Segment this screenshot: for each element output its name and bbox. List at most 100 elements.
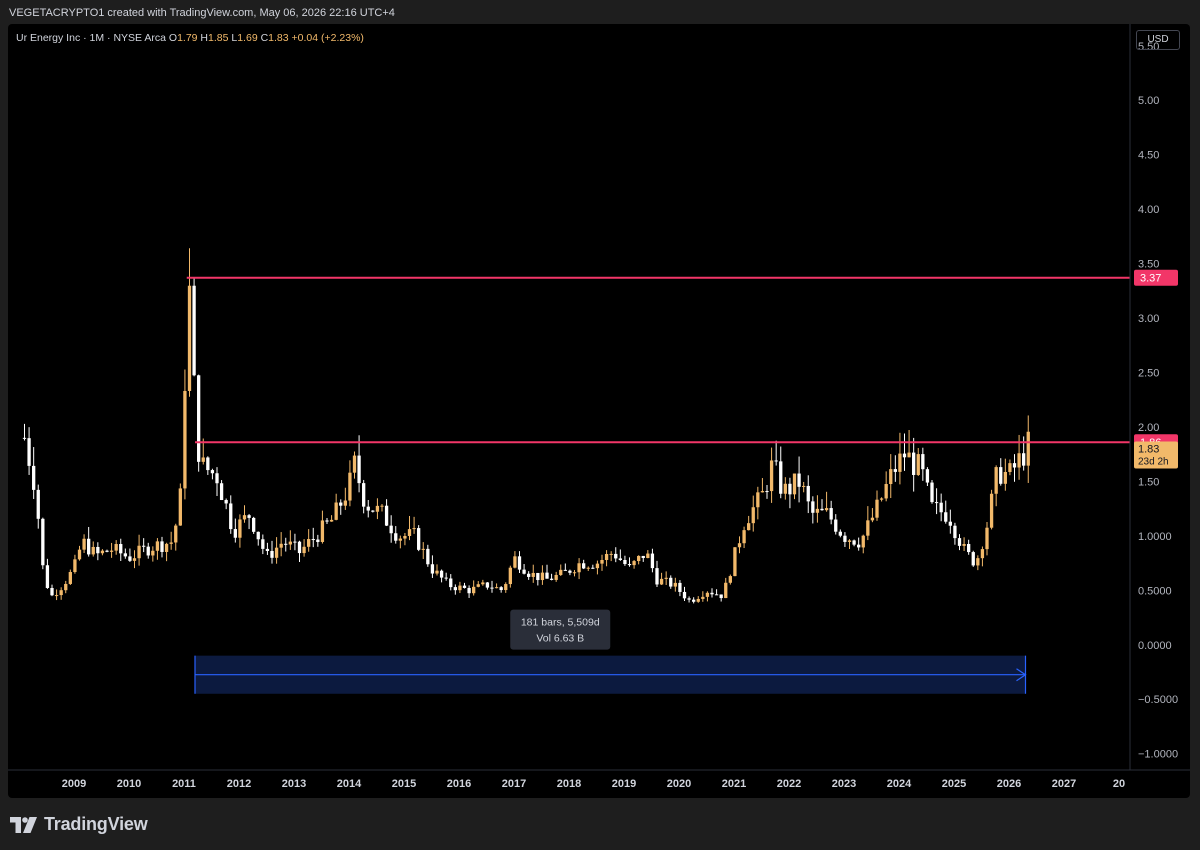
horizontal-levels[interactable] [186,276,1130,444]
candle-down [449,578,453,588]
candle-up [751,507,755,524]
tradingview-logo[interactable]: TradingView [10,814,148,835]
candle-up [879,498,884,500]
candle-up [756,492,760,508]
time-tick-label: 2014 [337,778,362,790]
candle-down [316,539,320,542]
time-tick-label: 2015 [392,778,416,790]
candle-up [279,543,283,548]
candle-down [678,582,682,592]
candle-up [302,546,306,554]
time-tick-label: 2027 [1052,778,1076,790]
candle-down [967,543,971,553]
candle-down [36,489,40,519]
candle-down [22,437,27,439]
candle-down [366,506,370,511]
candle-down [1012,463,1017,468]
candle-up [769,460,774,492]
candle-down [270,551,274,558]
candle-up [320,520,325,542]
candle-down [948,521,952,526]
time-tick-label: 2012 [227,778,251,790]
candle-up [403,535,407,539]
time-axis[interactable]: 2009 2010 2011 2012 2013 2014 2015 2016 2017 2018… [8,769,1190,790]
time-tick-label: 2016 [447,778,471,790]
candle-up [476,584,480,587]
candle-down [765,491,769,493]
candle-up [421,548,425,550]
candle-down [517,556,522,570]
candle-down [563,569,567,571]
candle-up [375,505,380,512]
candle-up [1017,453,1021,468]
candle-up [151,550,155,556]
candle-up [412,528,416,530]
candle-up [870,517,875,521]
time-tick-label: 2023 [832,778,856,790]
symbol-name: Ur Energy Inc · 1M · NYSE Arca [16,32,166,44]
candle-up [458,585,462,591]
candle-down [692,599,696,602]
candle-up [531,572,535,577]
candle-down [27,438,31,466]
chart-pane[interactable]: 181 bars, 5,509d Vol 6.63 B 3.371.865.505… [8,24,1190,798]
candle-up [737,543,742,548]
candle-up [1008,463,1012,472]
open-value: 1.79 [177,32,198,44]
candle-down [119,544,123,554]
candle-up [792,473,797,495]
candle-down [146,546,150,556]
candle-down [462,585,467,588]
price-tick-label: −1.0000 [1138,749,1178,761]
candle-down [252,517,256,532]
time-tick-label: 2019 [612,778,636,790]
candle-up [802,485,806,487]
time-tick-label: 2009 [62,778,86,790]
candle-up [100,550,105,554]
date-range-tool[interactable]: 181 bars, 5,509d Vol 6.63 B [194,609,1027,694]
candle-down [999,467,1003,484]
candle-down [247,515,251,518]
candle-up [916,454,920,475]
candle-up [824,508,829,511]
candle-down [944,512,948,522]
candle-up [187,285,192,391]
candle-down [806,485,810,502]
date-range-vol-text: Vol 6.63 B [536,633,584,645]
candle-down [297,541,302,554]
candle-down [852,540,856,545]
candle-down [829,508,833,520]
candle-up [985,527,989,550]
time-tick-label: 2017 [502,778,526,790]
candle-up [513,556,517,568]
date-range-bars-text: 181 bars, 5,509d [521,617,600,629]
candle-down [774,460,778,462]
candle-down [893,469,897,472]
candle-up [728,576,732,583]
candle-down [192,285,196,376]
candle-up [82,538,86,550]
currency-button[interactable]: USD [1136,30,1180,50]
price-axis[interactable]: 3.371.865.505.004.504.003.503.002.502.00… [1129,24,1178,770]
candle-up [132,558,137,561]
candle-up [861,535,865,548]
candle-down [957,538,962,546]
time-tick-label: 20 [1113,778,1125,790]
candle-up [59,590,63,596]
candle-up [201,457,205,462]
price-tick-label: −0.5000 [1138,694,1178,706]
candle-up [559,569,563,575]
candle-up [733,547,737,577]
candle-down [284,543,288,545]
candle-down [206,457,210,471]
price-chart[interactable]: 181 bars, 5,509d Vol 6.63 B 3.371.865.505… [8,24,1190,798]
candle-up [989,493,994,528]
price-tick-label: 1.0000 [1138,531,1172,543]
candle-down [105,550,109,552]
candle-up [898,453,902,472]
candle-down [142,545,146,547]
candle-down [912,452,916,475]
candle-up [724,582,728,599]
candle-down [582,563,586,569]
candle-down [714,594,719,596]
